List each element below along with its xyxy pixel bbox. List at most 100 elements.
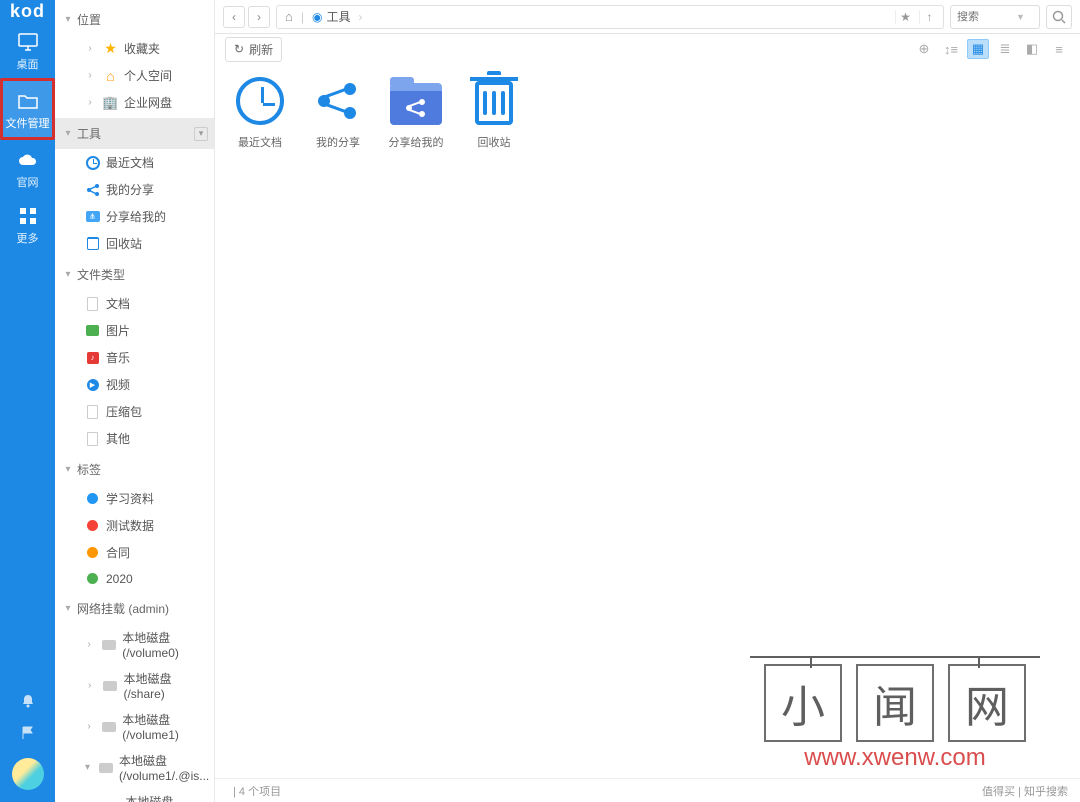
chevron-right-icon: › — [85, 43, 95, 54]
doc-icon — [85, 431, 100, 446]
chevron-right-icon: › — [85, 70, 95, 81]
chevron-down-icon: ▾ — [63, 464, 73, 475]
image-icon — [85, 323, 100, 338]
bell-icon[interactable] — [21, 694, 35, 708]
tree-document[interactable]: 文档 — [55, 290, 214, 317]
chevron-right-icon: › — [85, 680, 94, 691]
tree-music[interactable]: ♪音乐 — [55, 344, 214, 371]
search-input[interactable] — [957, 11, 1012, 23]
file-myshare[interactable]: 我的分享 — [305, 74, 371, 150]
tree-tag-2020[interactable]: 2020 — [55, 566, 214, 591]
section-location[interactable]: ▾位置 — [55, 4, 214, 35]
refresh-button[interactable]: ↻ 刷新 — [225, 37, 282, 62]
breadcrumb-current[interactable]: ◉工具 — [308, 8, 355, 25]
chevron-right-icon: › — [85, 639, 93, 650]
logo — [0, 0, 55, 22]
tree-enterprise[interactable]: ›🏢企业网盘 — [55, 89, 214, 116]
tree-label: 图片 — [106, 322, 130, 339]
file-label: 分享给我的 — [389, 134, 444, 150]
search-dropdown-icon[interactable]: ▼ — [1016, 12, 1025, 22]
section-mount[interactable]: ▾网络挂载 (admin) — [55, 593, 214, 624]
view-grid-button[interactable]: ▦ — [967, 39, 989, 59]
section-tags[interactable]: ▾ 标签 — [55, 454, 214, 485]
left-nav-bar: 桌面 文件管理 官网 更多 — [0, 0, 55, 802]
home-icon: ⌂ — [103, 68, 118, 83]
tree-trash[interactable]: 回收站 — [55, 230, 214, 257]
tree-tag-test[interactable]: 测试数据 — [55, 512, 214, 539]
share-icon — [85, 182, 100, 197]
tree-shared-to-me[interactable]: ⋔分享给我的 — [55, 203, 214, 230]
tree-disk-share[interactable]: ›本地磁盘(/share) — [55, 665, 214, 706]
file-trash[interactable]: 回收站 — [461, 74, 527, 150]
up-button[interactable]: ↑ — [919, 10, 939, 24]
tree-label: 压缩包 — [106, 403, 142, 420]
user-avatar[interactable] — [12, 758, 44, 790]
section-dropdown-icon[interactable]: ▾ — [194, 127, 208, 141]
tree-label: 企业网盘 — [124, 94, 172, 111]
top-toolbar: ‹ › ⌂ | ◉工具 › ★ ↑ ▼ — [215, 0, 1080, 34]
disk-icon — [98, 760, 113, 775]
view-menu-button[interactable]: ≡ — [1048, 39, 1070, 59]
tree-label: 个人空间 — [124, 67, 172, 84]
section-title: 位置 — [77, 11, 101, 28]
search-box[interactable]: ▼ — [950, 5, 1040, 29]
nav-desktop[interactable]: 桌面 — [0, 22, 55, 78]
nav-label: 官网 — [17, 174, 39, 190]
nav-label: 桌面 — [17, 56, 39, 72]
tree-disk-volume1[interactable]: ›本地磁盘(/volume1) — [55, 706, 214, 747]
breadcrumb-home[interactable]: ⌂ — [281, 9, 297, 24]
status-right: 值得买 | 知乎搜索 — [982, 783, 1068, 799]
view-column-button[interactable]: ◧ — [1021, 39, 1043, 59]
file-shared-to-me[interactable]: 分享给我的 — [383, 74, 449, 150]
tree-recent[interactable]: 最近文档 — [55, 149, 214, 176]
tree-label: 音乐 — [106, 349, 130, 366]
cloud-icon — [17, 150, 39, 170]
star-button[interactable]: ★ — [895, 10, 915, 24]
tree-label: 我的分享 — [106, 181, 154, 198]
shared-folder-icon — [389, 74, 443, 128]
tree-label: 本地磁盘(/volume0) — [122, 629, 208, 660]
tree-favorites[interactable]: ›★收藏夹 — [55, 35, 214, 62]
nav-label: 文件管理 — [6, 115, 50, 131]
nav-website[interactable]: 官网 — [0, 140, 55, 196]
tree-other[interactable]: 其他 — [55, 425, 214, 452]
clock-icon — [85, 155, 100, 170]
chevron-down-icon: ▾ — [85, 762, 90, 773]
tree-tag-study[interactable]: 学习资料 — [55, 485, 214, 512]
nav-file-manager[interactable]: 文件管理 — [0, 78, 55, 140]
chevron-right-icon: › — [358, 10, 362, 24]
tree-myshare[interactable]: 我的分享 — [55, 176, 214, 203]
sort-button[interactable]: ↕≡ — [940, 39, 962, 59]
chevron-down-icon: ▾ — [63, 269, 73, 280]
trash-icon — [467, 74, 521, 128]
doc-icon — [85, 296, 100, 311]
nav-more[interactable]: 更多 — [0, 196, 55, 252]
section-filetype[interactable]: ▾文件类型 — [55, 259, 214, 290]
tree-personal[interactable]: › ⌂ 个人空间 — [55, 62, 214, 89]
chevron-right-icon: › — [85, 721, 93, 732]
search-button[interactable] — [1046, 5, 1072, 29]
flag-icon[interactable] — [21, 726, 35, 740]
tree-video[interactable]: ▶视频 — [55, 371, 214, 398]
section-tools[interactable]: ▾工具▾ — [55, 118, 214, 149]
left-bar-bottom — [0, 694, 55, 802]
zoom-button[interactable]: ⊕ — [913, 39, 935, 59]
chevron-down-icon: ▾ — [63, 603, 73, 614]
back-button[interactable]: ‹ — [223, 6, 245, 28]
tree-tag-contract[interactable]: 合同 — [55, 539, 214, 566]
zip-icon — [85, 404, 100, 419]
section-title: 标签 — [77, 461, 101, 478]
tree-image[interactable]: 图片 — [55, 317, 214, 344]
folder-icon — [17, 91, 39, 111]
file-recent[interactable]: 最近文档 — [227, 74, 293, 150]
forward-button[interactable]: › — [248, 6, 270, 28]
breadcrumb: ⌂ | ◉工具 › ★ ↑ — [276, 5, 944, 29]
tag-dot-icon — [85, 491, 100, 506]
tree-label: 本地磁盘(/volume1/.@p... — [125, 793, 213, 802]
tree-disk-volume0[interactable]: › 本地磁盘(/volume0) — [55, 624, 214, 665]
view-list-button[interactable]: ≣ — [994, 39, 1016, 59]
tree-zip[interactable]: 压缩包 — [55, 398, 214, 425]
tree-disk-volume1-is[interactable]: ▾本地磁盘(/volume1/.@is... — [55, 747, 214, 788]
tree-label: 分享给我的 — [106, 208, 166, 225]
tree-disk-volume1-p[interactable]: ›本地磁盘(/volume1/.@p... — [55, 788, 214, 802]
